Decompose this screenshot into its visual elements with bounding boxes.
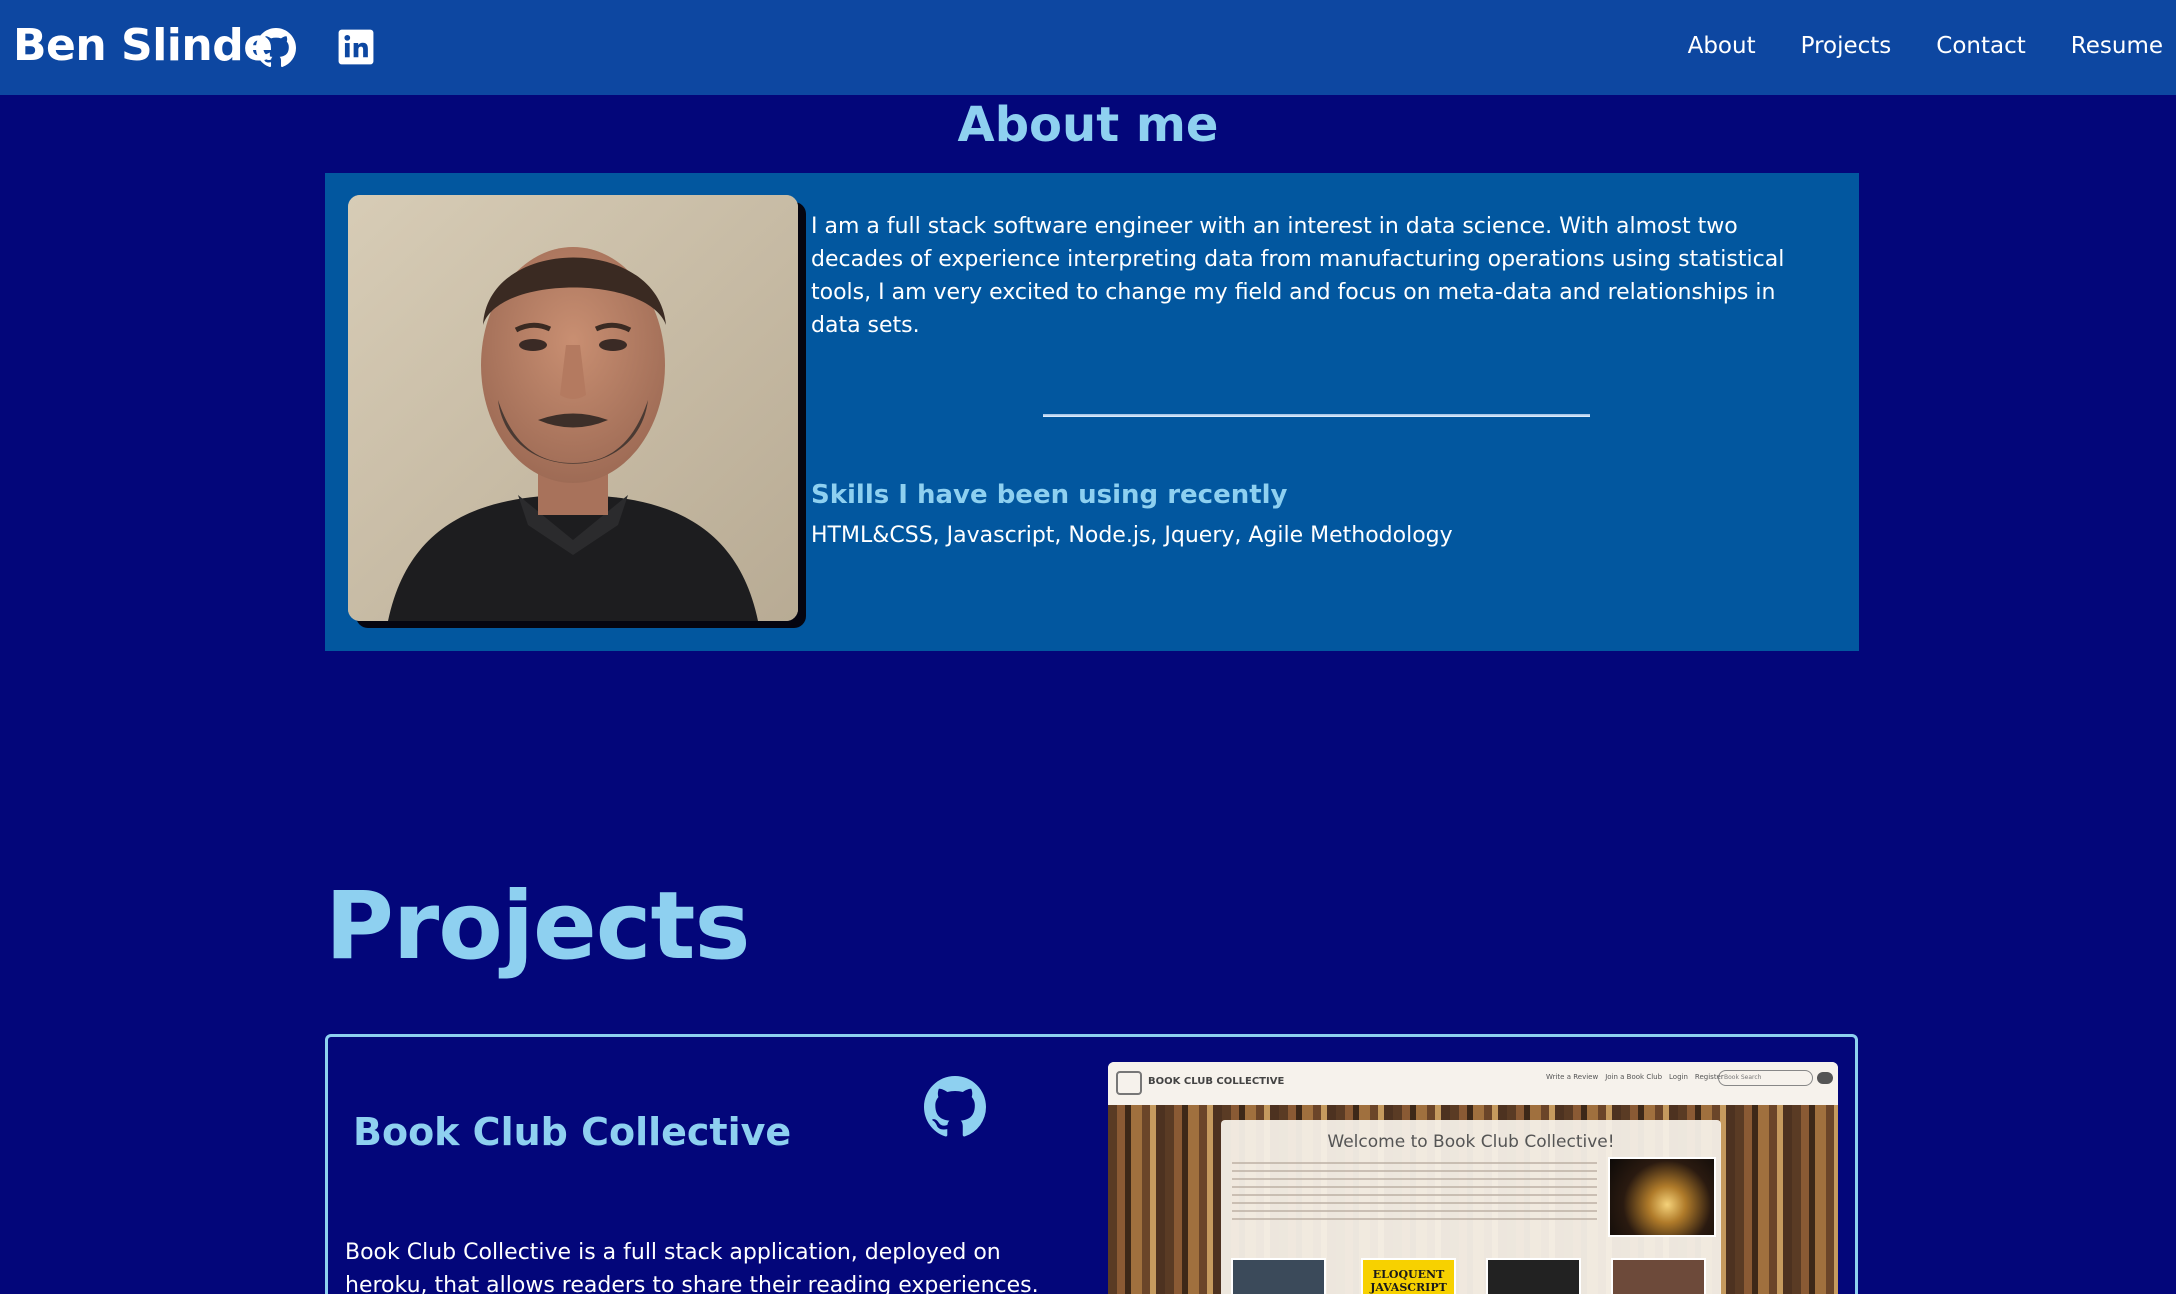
search-icon (1817, 1072, 1833, 1084)
screenshot-brand: BOOK CLUB COLLECTIVE (1148, 1076, 1285, 1087)
nav-contact[interactable]: Contact (1936, 33, 2025, 59)
nav-resume[interactable]: Resume (2071, 33, 2163, 59)
skills-title: Skills I have been using recently (811, 480, 1288, 510)
projects-title: Projects (325, 872, 750, 981)
project-description: Book Club Collective is a full stack app… (345, 1240, 1039, 1294)
about-title: About me (957, 97, 1219, 153)
screenshot-nav-item: Write a Review (1546, 1073, 1599, 1081)
nav-about[interactable]: About (1688, 33, 1756, 59)
nav-projects[interactable]: Projects (1801, 33, 1892, 59)
site-brand[interactable]: Ben Slinde (13, 20, 273, 71)
book-cover (1611, 1258, 1706, 1294)
book-cover (1486, 1258, 1581, 1294)
welcome-text (1232, 1162, 1597, 1226)
github-icon[interactable] (256, 28, 296, 68)
book-icon (1116, 1071, 1142, 1095)
screenshot-nav-item: Join a Book Club (1605, 1073, 1663, 1081)
project-screenshot[interactable]: BOOK CLUB COLLECTIVE Write a Review Join… (1108, 1062, 1838, 1294)
linkedin-icon[interactable] (337, 28, 375, 66)
screenshot-nav: Write a Review Join a Book Club Login Re… (1546, 1073, 1724, 1081)
screenshot-nav-item: Login (1669, 1073, 1688, 1081)
about-divider (1043, 414, 1590, 417)
main-nav: About Projects Contact Resume (1688, 33, 2163, 59)
book-cover: ELOQUENT JAVASCRIPT (1361, 1258, 1456, 1294)
open-book-image (1608, 1157, 1716, 1237)
profile-photo (348, 195, 798, 621)
skills-list: HTML&CSS, Javascript, Node.js, Jquery, A… (811, 523, 1453, 548)
github-icon[interactable] (924, 1076, 986, 1138)
site-header: Ben Slinde About Projects Contact Resume (0, 0, 2176, 95)
about-bio: I am a full stack software engineer with… (811, 214, 1785, 338)
book-cover (1231, 1258, 1326, 1294)
welcome-heading: Welcome to Book Club Collective! (1327, 1132, 1615, 1152)
project-name[interactable]: Book Club Collective (353, 1110, 791, 1154)
screenshot-search: Book Search (1718, 1070, 1813, 1086)
